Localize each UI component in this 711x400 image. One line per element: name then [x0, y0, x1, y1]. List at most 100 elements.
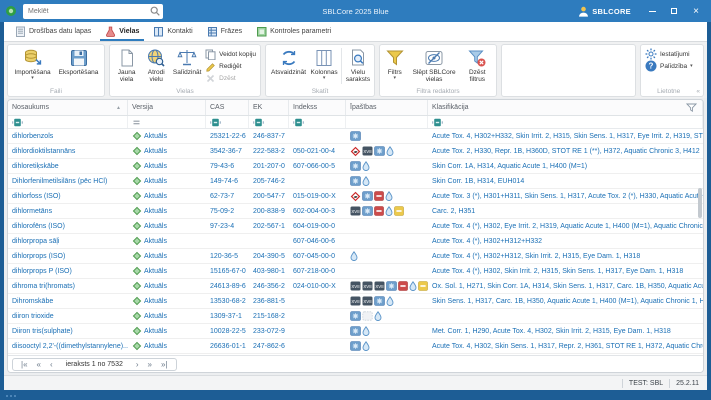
ek-cell: 201-207-0	[253, 162, 285, 170]
column-title: Versija	[132, 104, 154, 111]
table-row[interactable]: dihlorpropa sāļi Aktuāls 607-046-00-6 Acute…	[8, 234, 703, 249]
contains-filter-icon[interactable]	[432, 118, 443, 127]
version-label: Aktuāls	[144, 237, 167, 245]
vertical-scrollbar[interactable]	[698, 188, 702, 218]
contains-filter-icon[interactable]	[12, 118, 23, 127]
classification-cell: Acute Tox. 4 (*), H302+H312, Skin Irrit.…	[432, 252, 641, 260]
contains-filter-icon[interactable]	[253, 118, 264, 127]
export-button[interactable]: Eksportēšana	[55, 46, 102, 88]
resize-grip[interactable]	[6, 395, 16, 397]
table-row[interactable]: Dihlorfenilmetilsilāns (pēc HCl) Aktuāls 1…	[8, 174, 703, 189]
column-header-0[interactable]: Nosaukums ▲	[8, 100, 128, 115]
contains-filter-icon[interactable]	[293, 118, 304, 127]
ribbon: Importēšana ▾ Eksportēšana Faili Jauna viela…	[4, 42, 707, 98]
x-icon	[205, 73, 216, 84]
column-header-6[interactable]: Klasifikācija	[428, 100, 703, 115]
version-cell: Aktuāls	[128, 339, 206, 353]
tab-sds[interactable]: Drošības datu lapas	[8, 22, 98, 41]
contains-filter-icon[interactable]	[210, 118, 221, 127]
tab-substances[interactable]: Vielas	[98, 22, 146, 41]
filter-button[interactable]: Filtrs ▾	[382, 46, 408, 88]
filter-cell-5[interactable]	[346, 116, 428, 128]
refresh-button[interactable]: Atsvaidzināt	[268, 46, 309, 88]
droplet-icon	[409, 281, 417, 291]
column-header-1[interactable]: Versija	[128, 100, 206, 115]
version-label: Aktuāls	[144, 162, 167, 170]
close-button[interactable]: ×	[685, 0, 707, 22]
search-input[interactable]	[28, 7, 150, 15]
table-body: dihlorbenzols Aktuāls 25321-22-6 246-837-7 A…	[8, 129, 703, 355]
pagination-prev-button[interactable]: ‹	[46, 359, 57, 370]
version-label: Aktuāls	[144, 342, 167, 350]
settings-button[interactable]: Iestatījumi	[643, 48, 695, 60]
pagination-first-button[interactable]: |«	[17, 359, 32, 370]
import-button[interactable]: Importēšana ▾	[10, 46, 55, 88]
column-header-2[interactable]: CAS	[206, 100, 249, 115]
table-row[interactable]: dihlorfoss (ISO) Aktuāls 62-73-7 200-547-7 0…	[8, 189, 703, 204]
cas-cell: 1309-37-1	[210, 312, 242, 320]
droplet-icon	[374, 311, 382, 321]
version-cell: Aktuāls	[128, 174, 206, 188]
table-row[interactable]: Diiron tris(sulphate) Aktuāls 10028-22-5 23…	[8, 324, 703, 339]
tab-control-parameters[interactable]: Kontroles parametri	[249, 22, 338, 41]
user-account-button[interactable]: SBLCORE	[568, 0, 641, 22]
edit-button[interactable]: Rediģēt	[203, 60, 258, 72]
index-cell: 015-019-00-X	[293, 192, 336, 200]
compare-button[interactable]: Salīdzināt	[171, 46, 203, 88]
global-search[interactable]	[23, 3, 163, 19]
table-row[interactable]: dihlorprops (ISO) Aktuāls 120-36-5 204-390-…	[8, 249, 703, 264]
column-header-4[interactable]: Indekss	[289, 100, 346, 115]
pagination-prev-page-button[interactable]: «	[33, 359, 45, 370]
app-window: SBLCore 2025 Blue SBLCORE × Drošības dat…	[0, 0, 711, 400]
table-row[interactable]: dihlorbenzols Aktuāls 25321-22-6 246-837-7 A…	[8, 129, 703, 144]
filter-cell-3[interactable]	[249, 116, 289, 128]
classification-cell: Acute Tox. 4, H302+H332, Skin Irrit. 2, …	[432, 132, 703, 140]
ek-cell: 246-356-2	[253, 282, 285, 290]
table-row[interactable]: dihloretiķskābe Aktuāls 79-43-6 201-207-0 60…	[8, 159, 703, 174]
maximize-button[interactable]	[663, 0, 685, 22]
version-active-icon	[132, 221, 142, 231]
delete-button[interactable]: Dzēst	[203, 72, 258, 84]
collapse-ribbon-icon[interactable]: «	[696, 88, 700, 95]
column-header-3[interactable]: EK	[249, 100, 289, 115]
minimize-button[interactable]	[641, 0, 663, 22]
help-button[interactable]: ? Palīdzība ▾	[643, 60, 695, 72]
filter-cell-1[interactable]	[128, 116, 206, 128]
tab-phrases[interactable]: Frāzes	[200, 22, 249, 41]
table-row[interactable]: Dihromskābe Aktuāls 13530-68-2 236-881-5 XVI…	[8, 294, 703, 309]
pagination-next-page-button[interactable]: »	[144, 359, 156, 370]
column-header-5[interactable]: Īpašības	[346, 100, 428, 115]
droplet-icon	[386, 146, 394, 156]
version-cell: Aktuāls	[128, 234, 206, 248]
pagination-last-button[interactable]: »|	[157, 359, 172, 370]
table-row[interactable]: diisooctyl 2,2'-((dimethylstannylene)...…	[8, 339, 703, 354]
substance-blue-icon	[350, 131, 361, 141]
columns-icon	[314, 48, 334, 68]
clear-filters-button[interactable]: Dzēst filtrus	[461, 46, 494, 88]
substance-list-button[interactable]: Vielu saraksts	[344, 46, 372, 88]
version-active-icon	[132, 251, 142, 261]
table-row[interactable]: dihlordioktilstannāns Aktuāls 3542-36-7 222…	[8, 144, 703, 159]
filter-cell-0[interactable]	[8, 116, 128, 128]
substance-name-cell: Dihlorfenilmetilsilāns (pēc HCl)	[12, 177, 108, 185]
table-row[interactable]: dihlormetāns Aktuāls 75-09-2 200-838-9 602-0…	[8, 204, 703, 219]
table-row[interactable]: dihlorofēns (ISO) Aktuāls 97-23-4 202-567-1…	[8, 219, 703, 234]
index-cell: 024-010-00-X	[293, 282, 336, 290]
filter-cell-2[interactable]	[206, 116, 249, 128]
table-row[interactable]: diiron trioxide Aktuāls 1309-37-1 215-168-2	[8, 309, 703, 324]
equals-filter-icon[interactable]	[132, 118, 141, 127]
new-substance-button[interactable]: Jauna viela	[112, 46, 141, 88]
pagination-next-button[interactable]: ›	[132, 359, 143, 370]
columns-button[interactable]: Kolonnas ▾	[309, 46, 339, 88]
substance-name-cell: diiron trioxide	[12, 312, 54, 320]
tab-contacts[interactable]: Kontakti	[146, 22, 199, 41]
filter-cell-4[interactable]	[289, 116, 346, 128]
table-row[interactable]: dihroma tri(hromats) Aktuāls 24613-89-6 246…	[8, 279, 703, 294]
hide-sblcore-button[interactable]: Slēpt SBLCore vielas	[408, 46, 461, 88]
make-copy-button[interactable]: Veidot kopiju	[203, 48, 258, 60]
find-substance-button[interactable]: Atrodi vielu	[141, 46, 171, 88]
filter-cell-6[interactable]	[428, 116, 703, 128]
version-label: Aktuāls	[144, 327, 167, 335]
column-filter-icon[interactable]	[686, 103, 697, 112]
table-row[interactable]: dihlorprops P (ISO) Aktuāls 15165-67-0 403-…	[8, 264, 703, 279]
